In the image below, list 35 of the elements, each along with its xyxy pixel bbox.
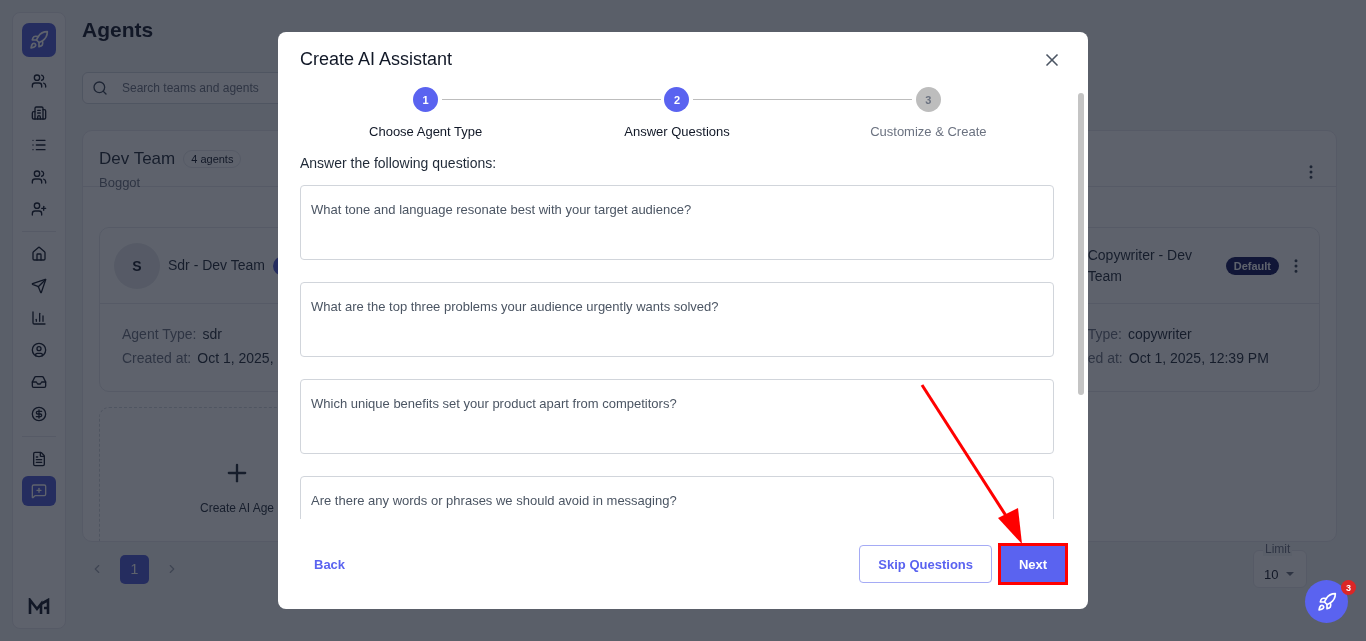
caret-icon — [1286, 572, 1295, 576]
team-name: Dev Team — [99, 149, 176, 169]
step-number: 1 — [413, 87, 439, 112]
back-button[interactable]: Back — [300, 548, 360, 580]
default-badge: Default — [1225, 256, 1279, 275]
scrollbar[interactable] — [1078, 93, 1084, 395]
notification-badge: 3 — [1341, 580, 1356, 595]
monogram-logo — [28, 598, 50, 616]
field-value: Oct 1, 2025, — [197, 350, 274, 366]
answer-field[interactable]: What tone and language resonate best with your target audience? — [300, 185, 1054, 260]
field-value: Oct 1, 2025, 12:39 PM — [1128, 350, 1269, 366]
rocket-logo[interactable] — [22, 23, 56, 57]
instructions-text: Answer the following questions: — [300, 155, 498, 171]
step-label: Customize & Create — [870, 124, 987, 139]
step-label: Choose Agent Type — [369, 124, 483, 139]
search-icon — [92, 80, 108, 96]
answer-field[interactable]: What are the top three problems your audience urgently wants solved? — [300, 282, 1054, 357]
page-title: Agents — [82, 18, 155, 43]
modal-title: Create AI Assistant — [300, 49, 453, 70]
skip-questions-button[interactable]: Skip Questions — [859, 545, 992, 583]
field-value: sdr — [202, 326, 222, 342]
rocket-icon — [1316, 591, 1337, 612]
rocket-button[interactable] — [1305, 580, 1348, 623]
sidebar-message-plus-icon[interactable] — [22, 476, 56, 506]
limit-select[interactable]: 10 — [1253, 550, 1307, 588]
answer-field[interactable]: Which unique benefits set your product apart from competitors? — [300, 379, 1054, 454]
agent-name: Sdr - Dev Team — [168, 256, 265, 275]
step-number: 3 — [915, 87, 941, 112]
answer-field[interactable]: Are there any words or phrases we should avoid in messaging? — [300, 476, 1054, 519]
agent-avatar: S — [114, 242, 160, 289]
step-number: 2 — [664, 87, 690, 112]
agent-name: Copywriter - Dev Team — [1087, 245, 1193, 286]
field-value: copywriter — [1127, 326, 1192, 342]
step-label: Answer Questions — [624, 124, 730, 139]
next-button[interactable]: Next — [998, 543, 1068, 585]
